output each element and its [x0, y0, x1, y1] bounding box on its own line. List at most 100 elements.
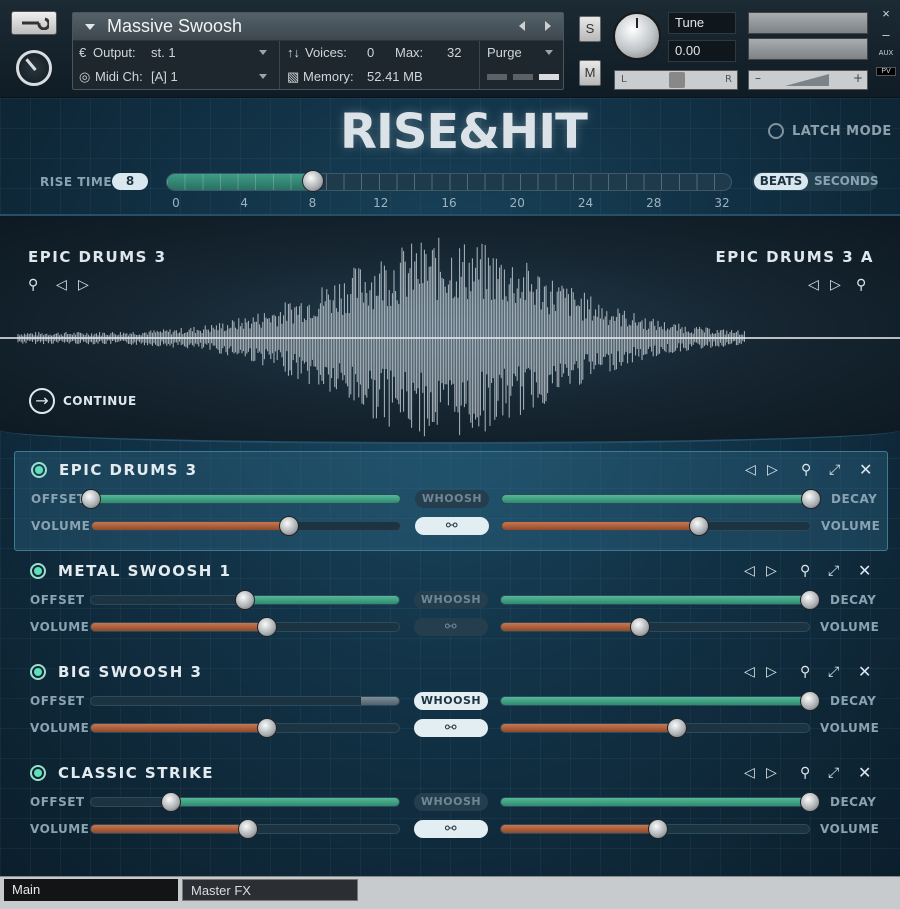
- volume-slider[interactable]: – +: [748, 70, 868, 90]
- layer-next-icon[interactable]: ▷: [766, 765, 777, 781]
- volume-slider-left-handle[interactable]: [238, 819, 259, 839]
- layer-search-icon[interactable]: ⚲: [801, 462, 811, 478]
- aux-button[interactable]: AUX: [876, 50, 896, 57]
- minimize-icon[interactable]: –: [876, 27, 896, 42]
- pan-slider[interactable]: L R: [614, 70, 738, 90]
- time-unit-toggle[interactable]: BEATS SECONDS: [752, 172, 879, 191]
- volume-slider-left[interactable]: [90, 723, 400, 733]
- volume-slider-right[interactable]: [501, 521, 811, 531]
- layer-prev-icon[interactable]: ◁: [744, 563, 755, 579]
- continue-arrow-icon[interactable]: →: [29, 388, 55, 414]
- volume-slider-left[interactable]: [90, 622, 400, 632]
- offset-slider[interactable]: [90, 797, 400, 807]
- decay-slider-handle[interactable]: [800, 792, 820, 812]
- volume-slider-right[interactable]: [500, 723, 810, 733]
- right-next-icon[interactable]: ▷: [830, 278, 841, 292]
- next-instrument-icon[interactable]: [545, 21, 551, 31]
- purge-menu[interactable]: Purge: [487, 45, 522, 60]
- link-toggle[interactable]: ⚯: [414, 719, 488, 737]
- offset-slider[interactable]: [91, 494, 401, 504]
- layer-search-icon[interactable]: ⚲: [800, 563, 810, 579]
- wrench-icon[interactable]: [11, 11, 57, 35]
- volume-slider-right-handle[interactable]: [648, 819, 669, 839]
- beats-option[interactable]: BEATS: [754, 173, 808, 190]
- tab-main[interactable]: Main: [4, 879, 178, 901]
- layer-search-icon[interactable]: ⚲: [800, 664, 810, 680]
- layer-close-icon[interactable]: ✕: [859, 462, 872, 478]
- link-toggle[interactable]: ⚯: [414, 820, 488, 838]
- layer-prev-icon[interactable]: ◁: [744, 765, 755, 781]
- instrument-menu-icon[interactable]: [85, 24, 95, 30]
- layer-search-icon[interactable]: ⚲: [800, 765, 810, 781]
- offset-slider-handle[interactable]: [160, 792, 181, 812]
- layer-prev-icon[interactable]: ◁: [745, 462, 756, 478]
- close-icon[interactable]: ×: [876, 6, 896, 21]
- latch-mode-toggle[interactable]: LATCH MODE: [768, 123, 892, 139]
- layer-row[interactable]: METAL SWOOSH 1 ◁ ▷ ⚲ ⤢ ✕ OFFSET VOLUME DECAY VOLU…: [14, 553, 888, 653]
- layer-row[interactable]: CLASSIC STRIKE ◁ ▷ ⚲ ⤢ ✕ OFFSET VOLUME DECAY VOLU…: [14, 755, 888, 855]
- layer-row[interactable]: EPIC DRUMS 3 ◁ ▷ ⚲ ⤢ ✕ OFFSET VOLUME DECAY VOLUME…: [14, 451, 888, 551]
- tune-value[interactable]: 0.00: [668, 40, 736, 62]
- whoosh-toggle[interactable]: WHOOSH: [414, 692, 488, 710]
- layer-close-icon[interactable]: ✕: [858, 563, 871, 579]
- whoosh-toggle[interactable]: WHOOSH: [414, 793, 488, 811]
- right-prev-icon[interactable]: ◁: [808, 278, 819, 292]
- layer-enable-icon[interactable]: [30, 765, 46, 781]
- output-dropdown-icon[interactable]: [259, 50, 267, 55]
- link-toggle[interactable]: ⚯: [414, 618, 488, 636]
- layer-next-icon[interactable]: ▷: [767, 462, 778, 478]
- layer-expand-icon[interactable]: ⤢: [828, 563, 839, 579]
- decay-slider-handle[interactable]: [800, 691, 820, 711]
- volume-slider-left[interactable]: [91, 521, 401, 531]
- layer-expand-icon[interactable]: ⤢: [829, 462, 840, 478]
- rise-time-handle[interactable]: [301, 170, 324, 192]
- max-voices-value[interactable]: 32: [447, 45, 461, 60]
- link-toggle[interactable]: ⚯: [415, 517, 489, 535]
- layer-enable-icon[interactable]: [30, 664, 46, 680]
- seconds-option[interactable]: SECONDS: [814, 173, 879, 190]
- layer-prev-icon[interactable]: ◁: [744, 664, 755, 680]
- volume-slider-left-handle[interactable]: [256, 617, 277, 637]
- whoosh-toggle[interactable]: WHOOSH: [415, 490, 489, 508]
- prev-instrument-icon[interactable]: [519, 21, 525, 31]
- volume-slider-right-handle[interactable]: [689, 516, 710, 536]
- midi-channel-select[interactable]: [A] 1: [151, 69, 178, 84]
- volume-slider-left-handle[interactable]: [279, 516, 300, 536]
- left-next-icon[interactable]: ▷: [78, 278, 89, 292]
- pan-handle[interactable]: [669, 72, 685, 88]
- decay-slider[interactable]: [500, 797, 810, 807]
- decay-slider[interactable]: [501, 494, 811, 504]
- decay-slider-handle[interactable]: [800, 590, 820, 610]
- volume-slider-right[interactable]: [500, 622, 810, 632]
- layer-close-icon[interactable]: ✕: [858, 765, 871, 781]
- rise-time-value[interactable]: 8: [112, 173, 148, 190]
- layer-expand-icon[interactable]: ⤢: [828, 765, 839, 781]
- output-select[interactable]: st. 1: [151, 45, 176, 60]
- continue-button[interactable]: → CONTINUE: [29, 388, 137, 414]
- offset-slider[interactable]: [90, 696, 400, 706]
- layer-row[interactable]: BIG SWOOSH 3 ◁ ▷ ⚲ ⤢ ✕ OFFSET VOLUME DECAY VOLUME…: [14, 654, 888, 754]
- purge-dropdown-icon[interactable]: [545, 50, 553, 55]
- decay-slider[interactable]: [500, 696, 810, 706]
- offset-slider-handle[interactable]: [235, 590, 255, 610]
- midi-dropdown-icon[interactable]: [259, 74, 267, 79]
- layer-enable-icon[interactable]: [30, 563, 46, 579]
- rise-time-slider[interactable]: [166, 173, 732, 191]
- volume-slider-left-handle[interactable]: [256, 718, 277, 738]
- whoosh-toggle[interactable]: WHOOSH: [414, 591, 488, 609]
- volume-slider-right-handle[interactable]: [629, 617, 650, 637]
- mute-button[interactable]: M: [579, 60, 601, 86]
- decay-slider-handle[interactable]: [801, 489, 821, 509]
- volume-slider-right-handle[interactable]: [666, 718, 687, 738]
- left-prev-icon[interactable]: ◁: [56, 278, 67, 292]
- layer-next-icon[interactable]: ▷: [766, 664, 777, 680]
- left-search-icon[interactable]: ⚲: [28, 278, 38, 292]
- layer-next-icon[interactable]: ▷: [766, 563, 777, 579]
- right-search-icon[interactable]: ⚲: [856, 278, 866, 292]
- latch-mode-icon[interactable]: [768, 123, 784, 139]
- decay-slider[interactable]: [500, 595, 810, 605]
- tab-master-fx[interactable]: Master FX: [182, 879, 358, 901]
- solo-button[interactable]: S: [579, 16, 601, 42]
- tune-knob[interactable]: [613, 12, 661, 60]
- layer-close-icon[interactable]: ✕: [858, 664, 871, 680]
